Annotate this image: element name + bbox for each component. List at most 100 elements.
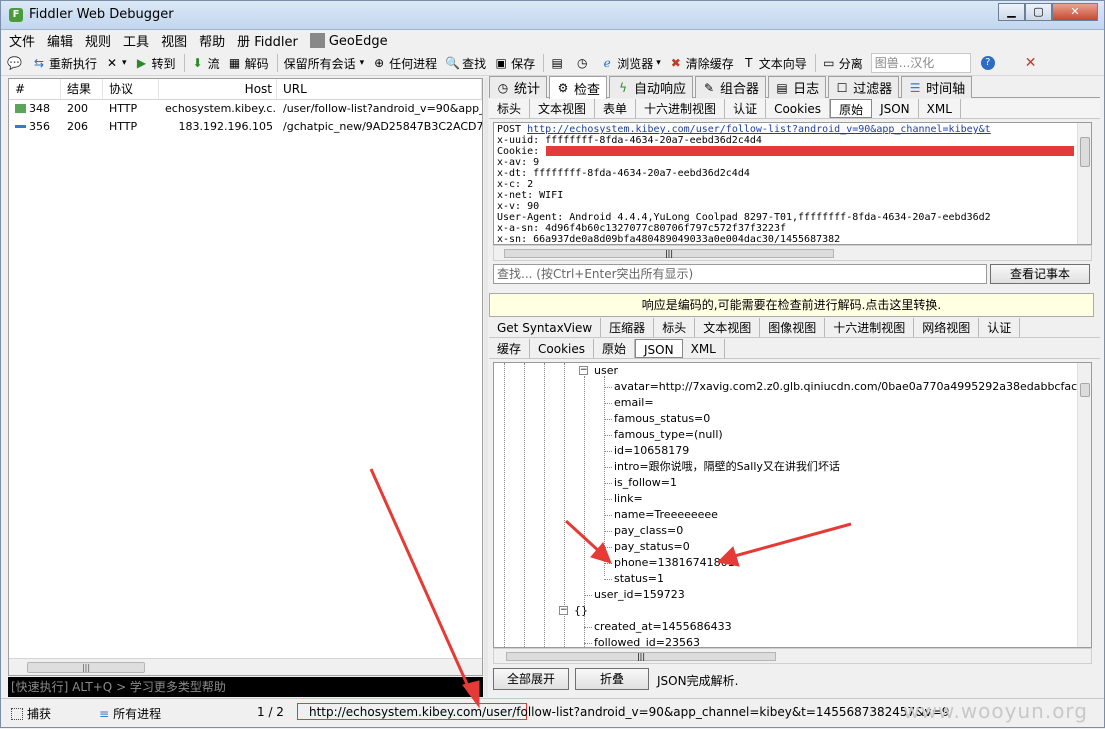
goto-button[interactable]: ▶ 转到 (135, 55, 176, 72)
scroll-thumb[interactable]: ||| (504, 249, 834, 258)
resp-tab-caching[interactable]: 缓存 (489, 339, 531, 358)
request-url-link[interactable]: http://echosystem.kibey.com/user/follow-… (527, 124, 991, 135)
req-tab-headers[interactable]: 标头 (489, 99, 531, 118)
menu-help[interactable]: 帮助 (199, 31, 225, 50)
tab-statistics[interactable]: ◷ 统计 (489, 76, 548, 98)
text-wizard-button[interactable]: T 文本向导 (742, 55, 807, 72)
json-field[interactable]: email= (614, 395, 654, 411)
scroll-thumb[interactable] (1080, 137, 1090, 167)
request-hscroll[interactable]: ||| (493, 245, 1092, 261)
replay-button[interactable]: ⇆ 重新执行 (32, 55, 97, 72)
tearoff-button[interactable]: ▭ 分离 (822, 55, 863, 72)
menu-geoedge[interactable]: GeoEdge (309, 32, 400, 49)
resp-tab-auth[interactable]: 认证 (979, 318, 1021, 337)
collapse-button[interactable]: 折叠 (575, 668, 649, 690)
col-host[interactable]: Host (159, 79, 277, 99)
collapse-user-icon[interactable]: − (579, 366, 588, 375)
col-result[interactable]: 结果 (61, 79, 103, 99)
remove-button[interactable]: ✕ ▾ (105, 56, 127, 70)
panel-splitter[interactable] (484, 78, 488, 697)
json-vscroll[interactable] (1077, 363, 1091, 647)
resp-tab-textview[interactable]: 文本视图 (695, 318, 761, 337)
req-tab-xml[interactable]: XML (919, 99, 961, 118)
browser-button[interactable]: ℯ 浏览器 ▾ (600, 55, 661, 72)
json-tree[interactable]: − user avatar=http://7xavig.com2.z0.glb.… (493, 362, 1092, 648)
close-toolbar-icon[interactable]: ✕ (1025, 55, 1037, 71)
process-filter[interactable]: ≡ 所有进程 (99, 705, 161, 722)
resp-tab-xml[interactable]: XML (683, 339, 725, 358)
tab-timeline[interactable]: ☰ 时间轴 (901, 76, 973, 98)
req-tab-textview[interactable]: 文本视图 (530, 99, 596, 118)
scroll-thumb[interactable]: ||| (27, 662, 145, 673)
keep-sessions-dropdown[interactable]: 保留所有会话 ▾ (284, 55, 365, 72)
json-field[interactable]: followed_id=23563 (594, 635, 700, 647)
json-field[interactable]: link= (614, 491, 643, 507)
save-button[interactable]: ▣ 保存 (494, 55, 536, 72)
clear-cache-button[interactable]: ✖ 清除缓存 (669, 55, 734, 72)
json-field-phone[interactable]: phone=13816741801 (614, 555, 735, 571)
json-field[interactable]: intro=跟你说哦，隔壁的Sally又在讲我们坏话 (614, 459, 840, 475)
comment-button[interactable]: 💬 (7, 56, 24, 70)
resp-tab-transformer[interactable]: 压缩器 (601, 318, 655, 337)
req-tab-hexview[interactable]: 十六进制视图 (636, 99, 726, 118)
scroll-thumb[interactable]: ||| (506, 652, 776, 661)
json-field[interactable]: status=1 (614, 571, 664, 587)
json-field[interactable]: user_id=159723 (594, 587, 685, 603)
session-row[interactable]: 348 200 HTTP echosystem.kibey.c... /user… (9, 100, 482, 118)
menu-fiddler[interactable]: 册 Fiddler (237, 31, 298, 50)
json-field[interactable]: is_follow=1 (614, 475, 677, 491)
menu-rules[interactable]: 规则 (85, 31, 111, 50)
session-row[interactable]: 356 206 HTTP 183.192.196.105 /gchatpic_n… (9, 118, 482, 136)
resp-tab-json[interactable]: JSON (635, 339, 683, 358)
json-field[interactable]: avatar=http://7xavig.com2.z0.glb.qiniucd… (614, 379, 1091, 395)
expand-all-button[interactable]: 全部展开 (493, 668, 569, 690)
resp-tab-imageview[interactable]: 图像视图 (760, 318, 826, 337)
req-tab-cookies[interactable]: Cookies (766, 99, 831, 118)
stream-button[interactable]: ⬇ 流 (191, 55, 220, 72)
toolbar-search-input[interactable]: 图兽...汉化 (870, 53, 971, 73)
json-field[interactable]: id=10658179 (614, 443, 689, 459)
json-node-user[interactable]: user (594, 363, 618, 379)
menu-edit[interactable]: 编辑 (47, 31, 73, 50)
scroll-thumb[interactable] (1080, 383, 1090, 397)
json-hscroll[interactable]: ||| (493, 648, 1092, 664)
minimize-button[interactable]: ▁ (998, 3, 1025, 21)
capture-toggle[interactable]: 捕获 (11, 705, 51, 722)
col-number[interactable]: # (9, 79, 61, 99)
request-raw-text[interactable]: POST http://echosystem.kibey.com/user/fo… (493, 122, 1092, 245)
decode-button[interactable]: ▦ 解码 (228, 55, 269, 72)
req-tab-auth[interactable]: 认证 (725, 99, 767, 118)
col-url[interactable]: URL (277, 79, 482, 99)
any-process-button[interactable]: ⊕ 任何进程 (372, 55, 437, 72)
close-button[interactable]: ✕ (1052, 3, 1098, 21)
tab-filters[interactable]: ☐ 过滤器 (828, 76, 900, 98)
tab-autoresponder[interactable]: ϟ 自动响应 (609, 76, 694, 98)
resp-tab-syntaxview[interactable]: Get SyntaxView (489, 318, 602, 337)
help-icon[interactable]: ? (980, 56, 995, 70)
req-tab-json[interactable]: JSON (872, 99, 919, 118)
menu-tools[interactable]: 工具 (123, 31, 149, 50)
tab-inspectors[interactable]: ⚙ 检查 (549, 76, 608, 99)
request-vscroll[interactable] (1077, 123, 1091, 244)
resp-tab-headers[interactable]: 标头 (654, 318, 696, 337)
resp-tab-raw[interactable]: 原始 (594, 339, 636, 358)
json-field[interactable]: pay_class=0 (614, 523, 683, 539)
req-tab-raw[interactable]: 原始 (830, 99, 873, 118)
json-node-object[interactable]: {} (574, 603, 588, 619)
screenshot-button[interactable]: ▤ (550, 56, 567, 70)
session-list-hscroll[interactable]: ||| (9, 658, 482, 675)
req-tab-webforms[interactable]: 表单 (595, 99, 637, 118)
decode-notice[interactable]: 响应是编码的,可能需要在检查前进行解码.点击这里转换. (489, 293, 1094, 317)
menu-view[interactable]: 视图 (161, 31, 187, 50)
menu-file[interactable]: 文件 (9, 31, 35, 50)
json-field[interactable]: famous_status=0 (614, 411, 710, 427)
resp-tab-cookies[interactable]: Cookies (530, 339, 594, 358)
tab-log[interactable]: ▤ 日志 (768, 76, 827, 98)
tab-composer[interactable]: ✎ 组合器 (695, 76, 767, 98)
resp-tab-webview[interactable]: 网络视图 (914, 318, 980, 337)
maximize-button[interactable]: ▢ (1025, 3, 1052, 21)
resp-tab-hexview[interactable]: 十六进制视图 (825, 318, 915, 337)
find-button[interactable]: 🔍 查找 (445, 55, 486, 72)
timer-button[interactable]: ◷ (575, 56, 592, 70)
json-field[interactable]: pay_status=0 (614, 539, 690, 555)
